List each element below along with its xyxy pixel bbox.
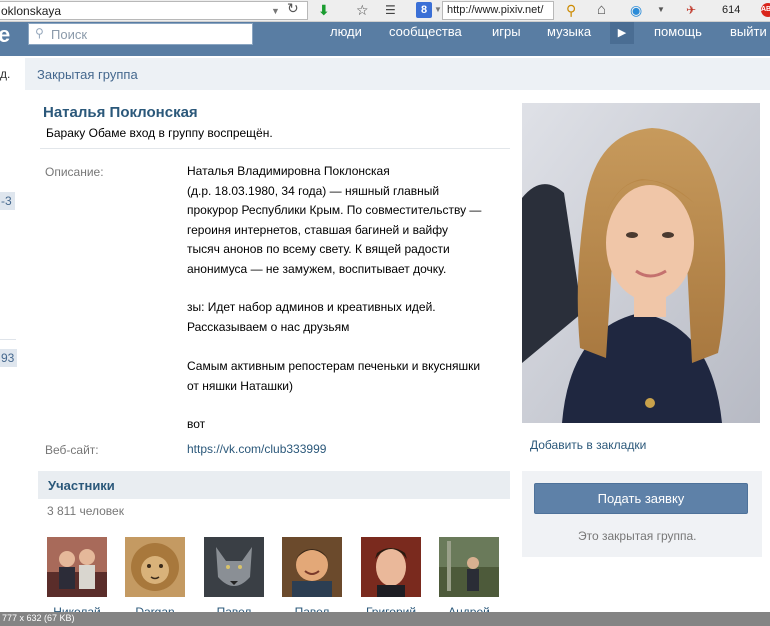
section-title: Закрытая группа: [37, 67, 138, 82]
join-request-button[interactable]: Подать заявку: [534, 483, 748, 514]
image-info-bar: 777 x 632 (67 KB): [0, 612, 770, 626]
description-paragraph: Наталья Владимировна Поклонская (д.р. 18…: [187, 164, 482, 276]
member-card[interactable]: Николай: [47, 537, 109, 619]
nav-games[interactable]: игры: [492, 24, 521, 39]
adblock-icon[interactable]: ABP: [761, 3, 770, 17]
closed-group-note: Это закрытая группа.: [578, 529, 697, 543]
group-title: Наталья Поклонская: [43, 104, 198, 121]
members-count[interactable]: 3 811 человек: [47, 504, 124, 518]
browser-search-field[interactable]: http://www.pixiv.net/: [442, 1, 554, 20]
bookmark-star-icon[interactable]: ☆: [356, 2, 369, 18]
group-photo[interactable]: [522, 103, 760, 423]
sidebar-counter[interactable]: -3: [0, 192, 15, 210]
description-label: Описание:: [45, 165, 104, 179]
nav-help[interactable]: помощь: [654, 24, 702, 39]
group-status: Бараку Обаме вход в группу воспрещён.: [46, 126, 273, 140]
website-label: Веб-сайт:: [45, 443, 99, 457]
description-paragraph: вот: [187, 417, 206, 431]
description-paragraph: Самым активным репостерам печеньки и вку…: [187, 359, 481, 393]
browser-search-text: http://www.pixiv.net/: [447, 4, 544, 16]
search-engine-dropdown-icon[interactable]: ▼: [434, 5, 442, 14]
address-text: oklonskaya: [1, 4, 62, 18]
member-avatar: [204, 537, 264, 597]
sidebar-divider: [0, 339, 16, 340]
member-avatar: [282, 537, 342, 597]
dropdown-icon[interactable]: ▼: [271, 6, 280, 16]
search-placeholder: Поиск: [51, 27, 88, 42]
music-play-button[interactable]: ▶: [610, 22, 634, 44]
download-arrow-icon[interactable]: ⬇: [318, 2, 330, 18]
add-bookmark-link[interactable]: Добавить в закладки: [530, 438, 646, 452]
nav-communities[interactable]: сообщества: [389, 24, 462, 39]
nav-people[interactable]: люди: [330, 24, 362, 39]
member-card[interactable]: Павел: [282, 537, 344, 619]
member-avatar: [125, 537, 185, 597]
search-engine-icon[interactable]: 8: [416, 2, 432, 18]
home-icon[interactable]: ⌂: [597, 2, 606, 18]
member-avatar: [439, 537, 499, 597]
address-bar[interactable]: oklonskaya ▼: [0, 1, 308, 20]
magnifier-icon[interactable]: ⚲: [566, 2, 576, 18]
site-header: e ⚲ Поиск люди сообщества игры музыка ▶ …: [0, 22, 770, 56]
member-card[interactable]: Dargan: [125, 537, 187, 619]
extension-bird-icon[interactable]: ✈: [686, 2, 696, 18]
image-info-text: 777 x 632 (67 KB): [2, 613, 75, 623]
reading-list-icon[interactable]: ☰: [385, 2, 396, 18]
sidebar-item-fragment[interactable]: д.: [0, 67, 10, 81]
section-header: Закрытая группа: [25, 58, 770, 90]
member-card[interactable]: Павел: [204, 537, 266, 619]
member-avatar: [47, 537, 107, 597]
divider: [40, 148, 510, 149]
members-title: Участники: [48, 478, 115, 493]
reload-icon[interactable]: ↻: [287, 0, 299, 17]
sidebar-counter[interactable]: 93: [0, 349, 18, 367]
search-icon: ⚲: [35, 26, 44, 40]
website-link[interactable]: https://vk.com/club333999: [187, 442, 326, 456]
member-avatar: [361, 537, 421, 597]
extension-badge-count[interactable]: 614: [722, 4, 740, 16]
site-logo[interactable]: e: [0, 22, 10, 48]
site-search-input[interactable]: ⚲ Поиск: [28, 23, 253, 45]
nav-exit[interactable]: выйти: [730, 24, 767, 39]
browser-toolbar: oklonskaya ▼ ↻ ⬇ ☆ ☰ 8 ▼ http://www.pixi…: [0, 0, 770, 22]
member-card[interactable]: Андрей: [439, 537, 501, 619]
member-card[interactable]: Григорий: [361, 537, 423, 619]
menu-dropdown-icon[interactable]: ▼: [657, 5, 665, 14]
nav-music[interactable]: музыка: [547, 24, 591, 39]
description-paragraph: зы: Идет набор админов и креативных идей…: [187, 300, 436, 334]
members-header[interactable]: Участники: [38, 471, 510, 499]
portrait-image: [522, 103, 760, 423]
globe-icon[interactable]: ◉: [630, 2, 642, 18]
